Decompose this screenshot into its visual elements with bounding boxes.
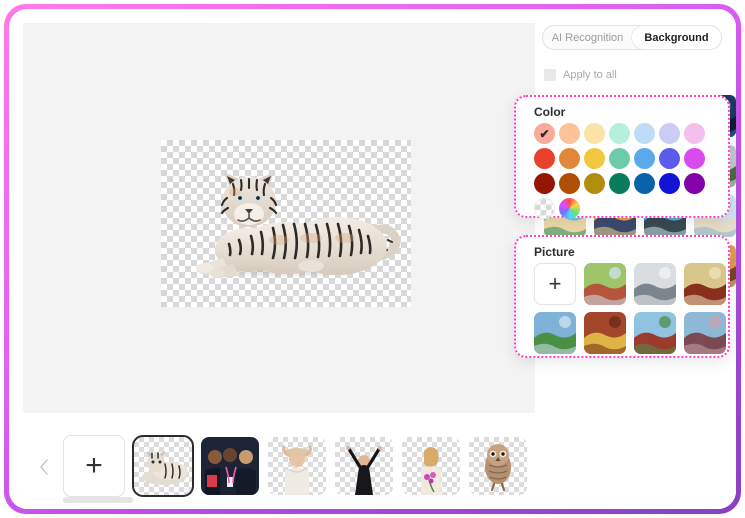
app-root: + AI Recognition Background Apply to all… xyxy=(0,0,745,518)
color-swatch-bright-magenta[interactable] xyxy=(684,148,705,169)
picture-cell-park-pathway[interactable] xyxy=(584,263,626,305)
tab-background[interactable]: Background xyxy=(632,26,721,49)
filmstrip-item-woman-arms-up[interactable] xyxy=(335,437,393,495)
color-swatch-pastel-cream[interactable] xyxy=(584,123,605,144)
color-panel-title: Color xyxy=(534,105,566,119)
color-swatch-pastel-peach[interactable] xyxy=(559,123,580,144)
sidebar-tab-group: AI Recognition Background xyxy=(542,25,722,50)
color-panel: Color ✔ xyxy=(514,95,730,219)
artboard-transparent[interactable] xyxy=(161,140,411,307)
check-icon: ✔ xyxy=(539,126,550,141)
color-swatch-custom-color-picker[interactable] xyxy=(559,198,580,219)
color-swatch-dark-maroon[interactable] xyxy=(534,173,555,194)
picture-cell-track-field[interactable] xyxy=(634,312,676,354)
color-swatch-transparent[interactable] xyxy=(534,198,555,219)
brick-facade-thumb-icon xyxy=(584,312,626,354)
color-swatch-pastel-sky[interactable] xyxy=(634,123,655,144)
color-swatch-pastel-lavender[interactable] xyxy=(659,123,680,144)
color-swatch-dark-green[interactable] xyxy=(609,173,630,194)
picture-cell-brick-facade[interactable] xyxy=(584,312,626,354)
color-swatch-dark-gold[interactable] xyxy=(584,173,605,194)
filmstrip-item-tiger[interactable] xyxy=(132,435,194,497)
plus-icon: + xyxy=(85,449,103,482)
filmstrip-items: + xyxy=(63,435,535,497)
filmstrip-scrollbar-thumb[interactable] xyxy=(63,497,133,503)
color-swatch-dark-blue[interactable] xyxy=(634,173,655,194)
picture-add-button[interactable]: + xyxy=(534,263,576,305)
woman-arms-up-thumb-icon xyxy=(346,446,382,495)
filmstrip-item-owl[interactable] xyxy=(469,437,527,495)
ornate-building-thumb-icon xyxy=(684,263,726,305)
color-swatch-grid: ✔ xyxy=(534,123,709,223)
color-swatch-bright-yellow[interactable] xyxy=(584,148,605,169)
color-swatch-dark-indigo[interactable] xyxy=(659,173,680,194)
white-corridor-thumb-icon xyxy=(634,263,676,305)
stadium-field-thumb-icon xyxy=(534,312,576,354)
color-swatch-pastel-pink[interactable] xyxy=(684,123,705,144)
filmstrip-item-woman-flowers[interactable] xyxy=(402,437,460,495)
color-swatch-dark-brown[interactable] xyxy=(559,173,580,194)
three-women-thumb-icon xyxy=(201,437,259,495)
woman-flowers-thumb-icon xyxy=(421,447,441,495)
apply-to-all-row[interactable]: Apply to all xyxy=(544,69,617,81)
window-inner: + AI Recognition Background Apply to all… xyxy=(9,9,736,509)
color-swatch-pastel-mint[interactable] xyxy=(609,123,630,144)
color-swatch-bright-blue[interactable] xyxy=(634,148,655,169)
road-mountains-thumb-icon xyxy=(684,312,726,354)
filmstrip-add-button[interactable]: + xyxy=(63,435,125,497)
picture-panel-title: Picture xyxy=(534,245,575,259)
color-swatch-bright-indigo[interactable] xyxy=(659,148,680,169)
tiger-thumb-icon xyxy=(142,451,188,485)
color-swatch-bright-red[interactable] xyxy=(534,148,555,169)
color-swatch-pastel-salmon[interactable]: ✔ xyxy=(534,123,555,144)
apply-to-all-label: Apply to all xyxy=(563,69,617,81)
chevron-left-icon xyxy=(40,459,48,475)
picture-cell-white-corridor[interactable] xyxy=(634,263,676,305)
color-swatch-bright-orange[interactable] xyxy=(559,148,580,169)
plus-icon: + xyxy=(548,271,562,296)
picture-grid: + xyxy=(534,263,726,354)
picture-cell-road-mountains[interactable] xyxy=(684,312,726,354)
picture-cell-ornate-building[interactable] xyxy=(684,263,726,305)
thumbnail-filmstrip: + xyxy=(23,421,535,509)
window-gradient-frame: + AI Recognition Background Apply to all… xyxy=(4,4,741,514)
color-swatch-bright-teal[interactable] xyxy=(609,148,630,169)
editor-canvas[interactable] xyxy=(23,23,535,413)
filmstrip-item-three-women[interactable] xyxy=(201,437,259,495)
filmstrip-scroll-area[interactable]: + xyxy=(57,421,535,509)
apply-to-all-checkbox[interactable] xyxy=(544,69,556,81)
owl-thumb-icon xyxy=(485,444,511,492)
picture-cell-stadium-field[interactable] xyxy=(534,312,576,354)
filmstrip-item-woman-sunhat[interactable] xyxy=(268,437,326,495)
tiger-image xyxy=(196,172,401,278)
color-swatch-dark-purple[interactable] xyxy=(684,173,705,194)
tab-ai-recognition[interactable]: AI Recognition xyxy=(543,26,632,49)
picture-panel: Picture + xyxy=(514,235,730,358)
filmstrip-prev-button[interactable] xyxy=(31,445,57,489)
track-field-thumb-icon xyxy=(634,312,676,354)
park-pathway-thumb-icon xyxy=(584,263,626,305)
woman-sunhat-thumb-icon xyxy=(282,445,312,495)
